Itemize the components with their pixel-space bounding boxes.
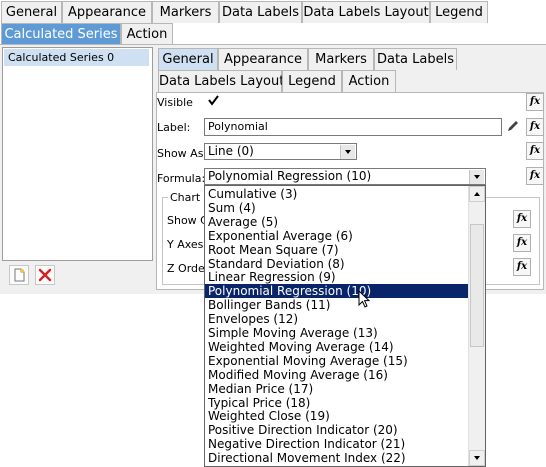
tab-data-labels-inner[interactable]: Data Labels — [374, 48, 457, 70]
label-fx-button[interactable]: fx — [526, 118, 544, 136]
z-order-label: Z Order — [167, 262, 210, 275]
chevron-down-icon[interactable] — [340, 145, 355, 159]
z-order-fx-button[interactable]: fx — [513, 258, 531, 276]
tab-calculated-series[interactable]: Calculated Series — [1, 23, 121, 45]
formula-value: Polynomial Regression (10) — [208, 169, 372, 183]
dropdown-option[interactable]: Weighted Close (19) — [205, 409, 468, 423]
delete-series-button[interactable] — [35, 265, 55, 285]
dropdown-option[interactable]: Median Price (17) — [205, 382, 468, 396]
visible-checkbox[interactable] — [207, 94, 220, 107]
label-label: Label: — [157, 121, 191, 134]
series-list-item[interactable]: Calculated Series 0 — [4, 49, 149, 66]
tab-data-labels-layout-inner[interactable]: Data Labels Layout — [158, 70, 284, 92]
dropdown-option[interactable]: Simple Moving Average (13) — [205, 326, 468, 340]
dropdown-scrollbar[interactable] — [468, 186, 485, 466]
pencil-icon[interactable] — [506, 119, 520, 133]
dropdown-option[interactable]: Cumulative (3) — [205, 187, 468, 201]
formula-select[interactable]: Polynomial Regression (10) — [204, 168, 486, 185]
dropdown-option[interactable]: Exponential Average (6) — [205, 229, 468, 243]
tab-legend-outer[interactable]: Legend — [430, 1, 488, 23]
add-series-button[interactable] — [9, 265, 29, 285]
tab-action-inner[interactable]: Action — [342, 70, 396, 92]
tab-action-outer[interactable]: Action — [121, 23, 173, 45]
dropdown-option[interactable]: Negative Direction Indicator (21) — [205, 437, 468, 451]
new-document-icon — [14, 268, 25, 282]
show-fx-button[interactable]: fx — [513, 210, 531, 228]
dropdown-option[interactable]: Linear Regression (9) — [205, 270, 468, 284]
show-as-label: Show As: — [157, 147, 208, 160]
formula-fx-button[interactable]: fx — [526, 167, 544, 185]
visible-fx-button[interactable]: fx — [526, 93, 544, 111]
formula-dropdown-list[interactable]: Cumulative (3) Sum (4) Average (5) Exponent… — [204, 185, 486, 467]
show-as-select[interactable]: Line (0) — [204, 143, 357, 160]
dropdown-option[interactable]: Sum (4) — [205, 201, 468, 215]
show-as-value: Line (0) — [208, 144, 254, 158]
chevron-down-icon[interactable] — [469, 170, 484, 184]
show-label: Show C — [167, 214, 208, 227]
y-axes-label: Y Axes: — [167, 238, 208, 251]
dropdown-option[interactable]: Modified Moving Average (16) — [205, 368, 468, 382]
visible-label: Visible — [157, 96, 193, 109]
dropdown-option[interactable]: Envelopes (12) — [205, 312, 468, 326]
dropdown-option[interactable]: Exponential Moving Average (15) — [205, 354, 468, 368]
delete-x-icon — [38, 268, 52, 282]
label-input[interactable]: Polynomial — [204, 118, 502, 136]
tab-markers-outer[interactable]: Markers — [152, 1, 219, 23]
formula-label: Formula: — [157, 172, 206, 185]
dropdown-option[interactable]: Typical Price (18) — [205, 396, 468, 410]
y-axes-fx-button[interactable]: fx — [513, 234, 531, 252]
dropdown-option[interactable]: Weighted Moving Average (14) — [205, 340, 468, 354]
scroll-up-button[interactable] — [469, 186, 485, 202]
dropdown-option[interactable]: Positive Direction Indicator (20) — [205, 423, 468, 437]
tab-markers-inner[interactable]: Markers — [308, 48, 374, 70]
scroll-down-button[interactable] — [469, 450, 485, 466]
mouse-cursor-icon — [358, 290, 371, 308]
scrollbar-thumb[interactable] — [470, 224, 484, 347]
tab-general-inner[interactable]: General — [158, 48, 218, 70]
dropdown-option[interactable]: Standard Deviation (8) — [205, 257, 468, 271]
tab-legend-inner[interactable]: Legend — [282, 70, 342, 92]
series-list[interactable]: Calculated Series 0 — [2, 47, 153, 261]
dropdown-option[interactable]: Average (5) — [205, 215, 468, 229]
tab-data-labels-outer[interactable]: Data Labels — [219, 1, 302, 23]
dropdown-option[interactable]: Root Mean Square (7) — [205, 243, 468, 257]
dropdown-option[interactable]: Directional Movement Index (22) — [205, 451, 468, 465]
dropdown-option[interactable]: Polynomial Regression (10) — [205, 284, 468, 299]
tab-general-outer[interactable]: General — [1, 1, 62, 23]
scroll-down-arrow-icon — [474, 456, 480, 460]
tab-data-labels-layout-outer[interactable]: Data Labels Layout — [302, 1, 430, 23]
tab-appearance-inner[interactable]: Appearance — [218, 48, 308, 70]
scroll-up-arrow-icon — [474, 192, 480, 196]
tab-appearance-outer[interactable]: Appearance — [62, 1, 152, 23]
checkmark-icon — [208, 95, 219, 106]
show-as-fx-button[interactable]: fx — [526, 142, 544, 160]
dropdown-option[interactable]: Bollinger Bands (11) — [205, 298, 468, 312]
